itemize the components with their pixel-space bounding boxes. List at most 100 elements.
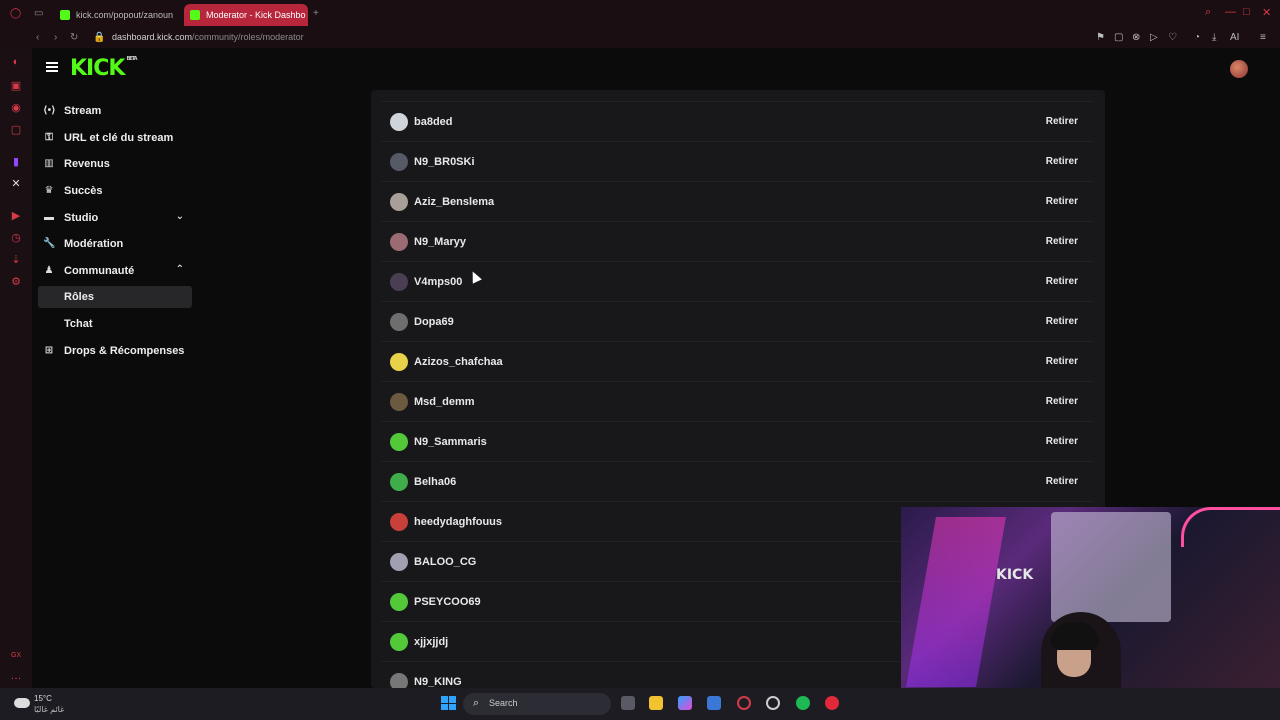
copilot-icon[interactable] [678,696,692,710]
file-explorer-icon[interactable] [649,696,663,710]
sidebar-item-studio[interactable]: ▬ Studio ⌄ [38,207,192,229]
sidebar-item-label: Communauté [64,265,135,277]
ai-icon[interactable]: AI [1230,32,1239,43]
taskbar-search[interactable]: ⌕ Search [463,693,611,715]
weather-widget[interactable]: 15°C غائم غالبًا [12,694,72,716]
community-icon: ♟ [44,265,54,276]
sidebar-item-revenue[interactable]: ▥ Revenus [38,153,192,175]
moderator-name[interactable]: PSEYCOO69 [414,596,481,608]
snapshot-icon[interactable]: ▢ [1114,32,1123,43]
search-tabs-icon[interactable]: ⌕ [1205,6,1211,19]
url-field[interactable]: dashboard.kick.com/community/roles/moder… [112,32,304,42]
twitch-icon[interactable]: ▮ [10,156,22,168]
remove-button[interactable]: Retirer [1046,116,1078,127]
remove-button[interactable]: Retirer [1046,356,1078,367]
sidebar-item-community[interactable]: ♟ Communauté ⌃ [38,260,192,282]
sidebar-item-label: Modération [64,238,124,250]
moderator-name[interactable]: heedydaghfouus [414,516,502,528]
easy-setup-icon[interactable]: ≡ [1260,32,1266,43]
app-icon[interactable] [825,696,839,710]
moderator-name[interactable]: Dopa69 [414,316,454,328]
play-icon[interactable]: ▷ [1150,32,1158,43]
minimize-icon[interactable]: — [1225,6,1236,18]
sidebar-item-roles[interactable]: Rôles [38,286,192,308]
new-tab-icon[interactable]: + [313,8,319,19]
moderator-name[interactable]: Aziz_Benslema [414,196,494,208]
url-path: /community/roles/moderator [192,32,304,42]
remove-button[interactable]: Retirer [1046,236,1078,247]
opera-menu-icon[interactable]: ◯ [10,8,21,19]
messenger-icon[interactable]: ◉ [10,102,22,114]
avatar [390,673,408,688]
dashboard-header: KICK BETA [32,48,1280,90]
opera-gx-icon[interactable] [737,696,751,710]
store-icon[interactable] [707,696,721,710]
moderator-name[interactable]: N9_KING [414,676,462,688]
remove-button[interactable]: Retirer [1046,476,1078,487]
instagram-icon[interactable]: ▢ [10,124,22,136]
moderator-name[interactable]: V4mps00 [414,276,462,288]
sidebar-item-moderation[interactable]: 🔧 Modération [38,233,192,255]
moderator-name[interactable]: N9_Maryy [414,236,466,248]
bookmark-icon[interactable]: ⚑ [1096,32,1105,43]
close-icon[interactable]: ✕ [1262,6,1271,19]
remove-button[interactable]: Retirer [1046,156,1078,167]
sidebar-item-stream[interactable]: ⟨•⟩ Stream [38,100,192,122]
tab-popout[interactable]: kick.com/popout/zanoun [54,4,174,26]
tab-moderator[interactable]: Moderator - Kick Dashbo [184,4,308,26]
sidebar-item-achievements[interactable]: ♛ Succès [38,180,192,202]
settings-icon[interactable]: ⚙ [10,276,22,288]
adblock-icon[interactable]: ⊗ [1132,32,1140,43]
moderator-name[interactable]: ba8ded [414,116,453,128]
avatar [390,233,408,251]
downloads-icon[interactable]: ⇣ [10,254,22,266]
task-view-icon[interactable] [621,696,635,710]
gx-icon[interactable]: GX [10,650,22,662]
user-avatar[interactable] [1230,60,1248,78]
back-icon[interactable]: ‹ [36,32,39,43]
history-icon[interactable]: ◷ [10,232,22,244]
webcam-overlay: KICK [901,507,1280,688]
sidebar-item-label: Studio [64,212,99,224]
streamer-hair [1051,622,1099,650]
menu-icon[interactable] [46,62,58,72]
moderator-name[interactable]: Msd_demm [414,396,475,408]
moderator-name[interactable]: Belha06 [414,476,456,488]
aria-icon[interactable]: ◐ [10,56,22,68]
moderator-name[interactable]: BALOO_CG [414,556,476,568]
remove-button[interactable]: Retirer [1046,396,1078,407]
opera-icon[interactable] [766,696,780,710]
moderator-name[interactable]: Azizos_chafchaa [414,356,503,368]
bag-icon[interactable]: ▣ [10,80,22,92]
sidebar-item-drops[interactable]: ⊞ Drops & Récompenses [38,340,192,362]
windows-start-icon[interactable] [441,696,456,710]
kick-logo[interactable]: KICK BETA [70,56,138,81]
sidebar-item-stream-key[interactable]: ⚿ URL et clé du stream [38,127,192,149]
heart-icon[interactable]: ♡ [1168,32,1177,43]
sidebar-item-label: Drops & Récompenses [64,345,185,357]
profile-icon[interactable]: ◔ [1194,32,1200,43]
more-icon[interactable]: … [10,670,22,682]
remove-button[interactable]: Retirer [1046,436,1078,447]
reload-icon[interactable]: ↻ [70,32,78,43]
table-row: Dopa69 Retirer [382,302,1094,342]
x-icon[interactable]: ✕ [10,178,22,190]
tab-overview-icon[interactable]: ▭ [34,8,43,19]
chart-icon: ▥ [44,158,54,169]
maximize-icon[interactable]: □ [1243,6,1250,18]
moderator-name[interactable]: N9_Sammaris [414,436,487,448]
player-icon[interactable]: ▶ [10,210,22,222]
forward-icon[interactable]: › [54,32,57,43]
table-row: N9_BR0SKi Retirer [382,142,1094,182]
sidebar-item-chat[interactable]: Tchat [38,313,192,335]
remove-button[interactable]: Retirer [1046,316,1078,327]
remove-button[interactable]: Retirer [1046,276,1078,287]
download-icon[interactable]: ⤓ [1212,32,1216,43]
avatar [390,113,408,131]
avatar [390,193,408,211]
moderator-name[interactable]: N9_BR0SKi [414,156,475,168]
spotify-icon[interactable] [796,696,810,710]
remove-button[interactable]: Retirer [1046,196,1078,207]
moderator-name[interactable]: xjjxjjdj [414,636,448,648]
avatar [390,273,408,291]
